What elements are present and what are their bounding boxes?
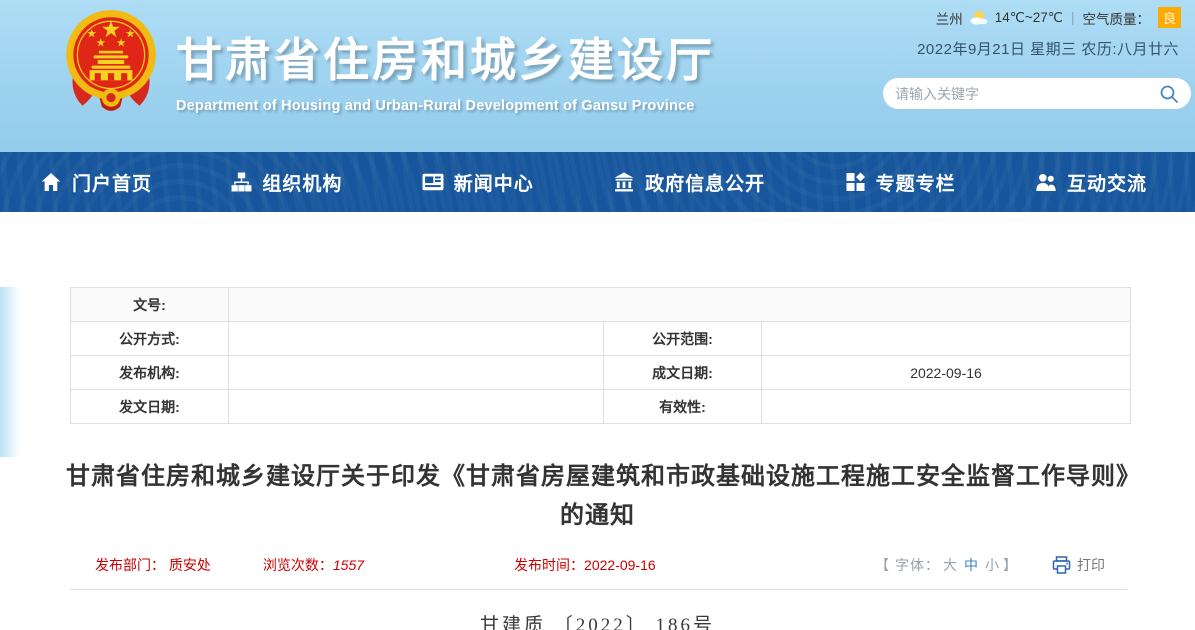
article-title: 甘肃省住房和城乡建设厅关于印发《甘肃省房屋建筑和市政基础设施工程施工安全监督工作… <box>66 457 1130 535</box>
written-date-label: 成文日期: <box>604 356 762 390</box>
printer-icon <box>1052 556 1071 574</box>
table-row: 文号: <box>71 288 1131 322</box>
weather-separator: | <box>1071 10 1075 25</box>
publish-time-value: 2022-09-16 <box>584 557 656 573</box>
search-box <box>883 78 1191 109</box>
brand-block: 甘肃省住房和城乡建设厅 Department of Housing and Ur… <box>176 24 715 114</box>
nav-item-label: 政府信息公开 <box>645 169 765 196</box>
publish-dept-label: 发布部门： <box>95 557 165 573</box>
table-row: 发文日期: 有效性: <box>71 390 1131 424</box>
users-icon <box>1035 172 1057 192</box>
date-line: 2022年9月21日 星期三 农历:八月廿六 <box>917 38 1179 59</box>
nav-item-label: 门户首页 <box>72 169 152 196</box>
nav-item-label: 互动交流 <box>1067 169 1147 196</box>
written-date-value: 2022-09-16 <box>762 356 1131 390</box>
search-input[interactable] <box>895 86 1159 102</box>
publish-dept-value: 质安处 <box>169 557 211 573</box>
weather-city: 兰州 <box>936 8 963 28</box>
weather-temperature: 14℃~27℃ <box>995 10 1063 26</box>
site-header: 甘肃省住房和城乡建设厅 Department of Housing and Ur… <box>0 0 1195 152</box>
issue-date-label: 发文日期: <box>71 390 229 424</box>
publish-time: 发布时间：2022-09-16 <box>514 555 656 575</box>
content-area: 文号: 公开方式: 公开范围: 发布机构: 成文日期: 2022-09-16 发… <box>0 287 1195 630</box>
org-chart-icon <box>231 172 252 192</box>
weather-bar: 兰州 14℃~27℃ | 空气质量： 良 <box>936 7 1181 28</box>
article-meta-bar: 发布部门： 质安处 浏览次数：1557 发布时间：2022-09-16 【 字体… <box>70 551 1127 590</box>
nav-item-special-topics[interactable]: 专题专栏 <box>845 169 956 196</box>
nav-item-organization[interactable]: 组织机构 <box>231 169 342 196</box>
table-row: 公开方式: 公开范围: <box>71 322 1131 356</box>
left-edge-tint <box>0 287 20 457</box>
site-subtitle-en: Department of Housing and Urban-Rural De… <box>176 98 715 114</box>
view-count-value: 1557 <box>333 557 364 573</box>
nav-item-gov-info[interactable]: 政府信息公开 <box>613 169 765 196</box>
font-size-medium-button[interactable]: 中 <box>964 557 979 573</box>
nav-item-interaction[interactable]: 互动交流 <box>1035 169 1147 196</box>
view-count-label: 浏览次数： <box>263 557 333 573</box>
font-size-panel: 【 字体：大中小】 <box>875 555 1018 575</box>
national-emblem-logo <box>60 6 162 118</box>
air-quality-label: 空气质量： <box>1082 8 1150 28</box>
grid-icon <box>845 172 866 192</box>
open-method-label: 公开方式: <box>71 322 229 356</box>
open-scope-label: 公开范围: <box>604 322 762 356</box>
font-size-small-button[interactable]: 小 <box>985 557 1000 573</box>
doc-number-label: 文号: <box>71 288 229 322</box>
font-size-large-button[interactable]: 大 <box>943 557 958 573</box>
validity-value <box>762 390 1131 424</box>
issuing-agency-value <box>229 356 604 390</box>
air-quality-badge: 良 <box>1158 7 1181 28</box>
sun-cloud-icon <box>969 10 989 25</box>
view-count: 浏览次数：1557 <box>263 555 364 575</box>
print-button[interactable]: 打印 <box>1052 555 1105 575</box>
publish-dept: 发布部门： 质安处 <box>95 555 211 575</box>
nav-item-label: 专题专栏 <box>876 169 956 196</box>
nav-item-label: 组织机构 <box>262 169 342 196</box>
publish-time-label: 发布时间： <box>514 557 584 573</box>
issuing-agency-label: 发布机构: <box>71 356 229 390</box>
news-icon <box>422 172 444 192</box>
document-meta-table: 文号: 公开方式: 公开范围: 发布机构: 成文日期: 2022-09-16 发… <box>70 287 1131 424</box>
gov-building-icon <box>613 172 635 192</box>
doc-number-value <box>229 288 1131 322</box>
font-panel-open: 【 字体： <box>875 557 940 573</box>
nav-item-news[interactable]: 新闻中心 <box>422 169 534 196</box>
site-title: 甘肃省住房和城乡建设厅 <box>176 24 715 90</box>
table-row: 发布机构: 成文日期: 2022-09-16 <box>71 356 1131 390</box>
print-label: 打印 <box>1077 555 1105 575</box>
meta-right-tools: 【 字体：大中小】 打印 <box>875 555 1105 575</box>
search-icon[interactable] <box>1159 84 1179 104</box>
font-panel-close: 】 <box>1003 557 1018 573</box>
home-icon <box>40 172 62 192</box>
main-nav: 门户首页 组织机构 新闻中心 政府信息公开 <box>0 152 1195 212</box>
open-scope-value <box>762 322 1131 356</box>
document-number: 甘建质 〔2022〕 186号 <box>0 610 1195 630</box>
nav-item-label: 新闻中心 <box>454 169 534 196</box>
validity-label: 有效性: <box>604 390 762 424</box>
open-method-value <box>229 322 604 356</box>
issue-date-value <box>229 390 604 424</box>
nav-item-home[interactable]: 门户首页 <box>40 169 152 196</box>
